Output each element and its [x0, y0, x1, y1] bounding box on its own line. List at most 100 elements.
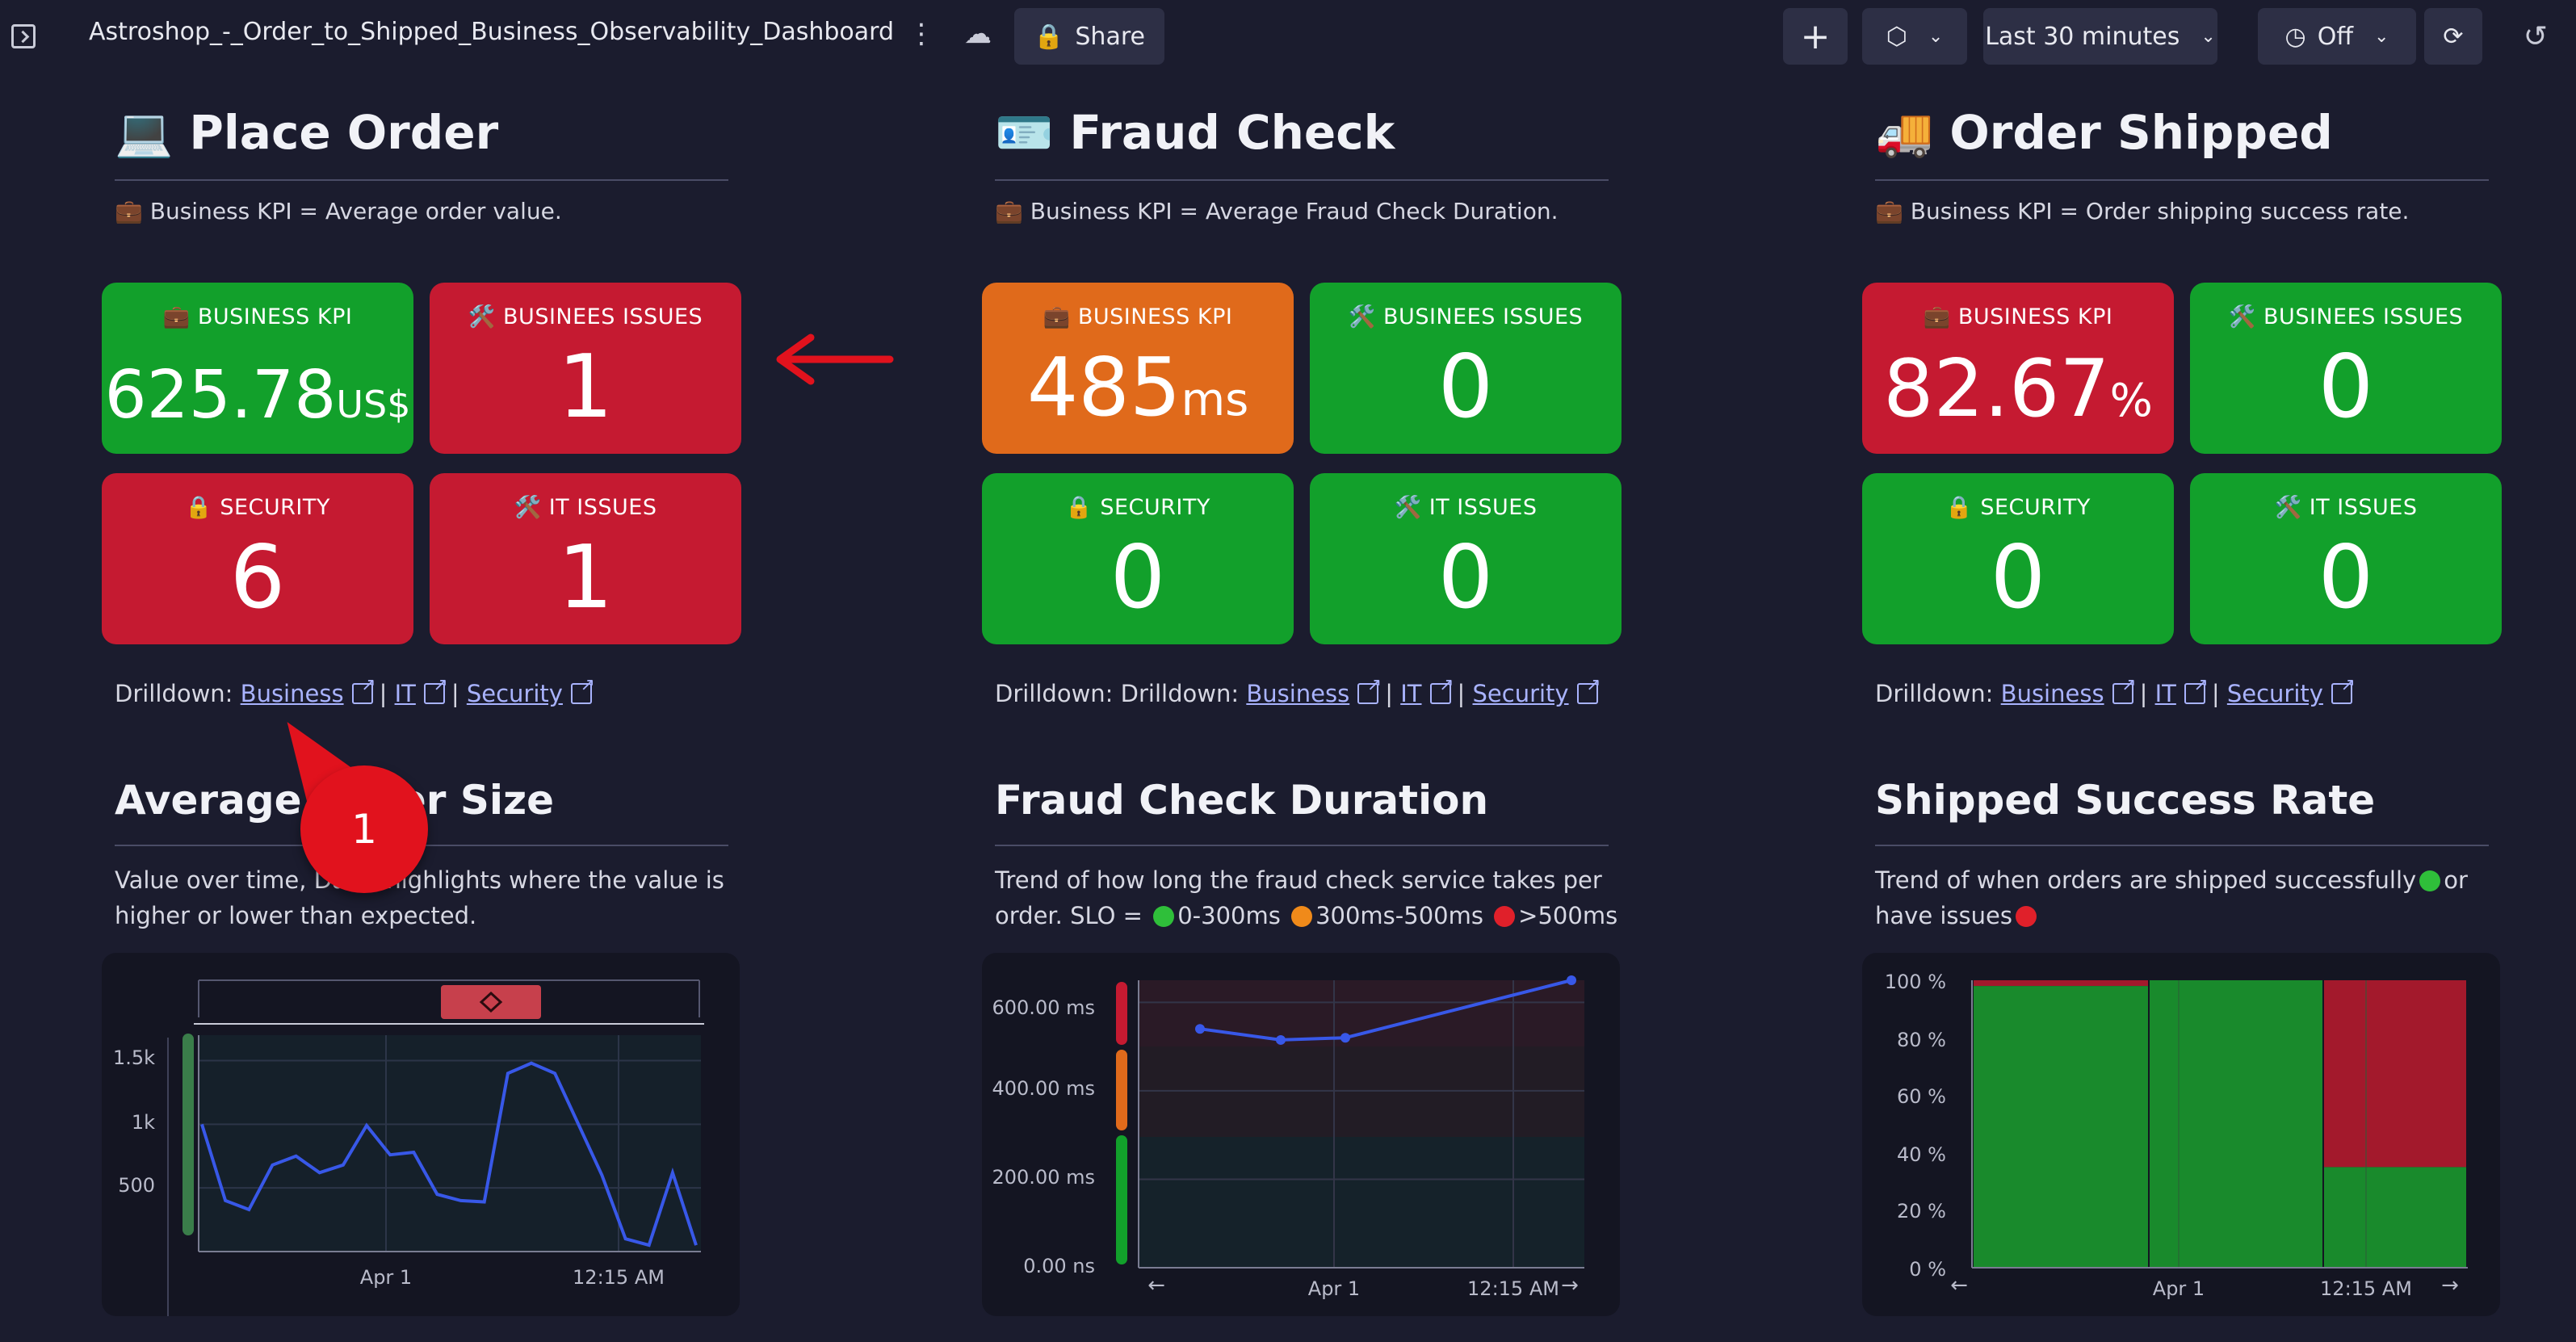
- y-tick-label: 0.00 ns: [1023, 1255, 1095, 1277]
- issue-segment[interactable]: [2324, 980, 2466, 1168]
- refresh-button[interactable]: ⟳: [2424, 8, 2482, 65]
- it-issues-tile[interactable]: 🛠️ IT ISSUES 1: [430, 473, 741, 644]
- external-link-icon[interactable]: [570, 675, 595, 704]
- y-tick-label: 100 %: [1885, 971, 1946, 993]
- kpi-unit: US$: [336, 383, 411, 426]
- shipped-success-rate-chart[interactable]: 100 % 80 % 60 % 40 % 20 % 0 % ← Apr 1 12…: [1862, 953, 2500, 1316]
- top-bar: Astroshop_-_Order_to_Shipped_Business_Ob…: [0, 0, 2576, 73]
- id-card-icon: 🪪: [995, 105, 1054, 160]
- x-tick-label: 12:15 AM: [573, 1266, 665, 1289]
- davis-anomaly-marker[interactable]: [441, 985, 541, 1019]
- dashboard-title: Astroshop_-_Order_to_Shipped_Business_Ob…: [89, 18, 894, 46]
- security-tile[interactable]: 🔒 SECURITY 0: [982, 473, 1294, 644]
- truck-icon: 🚚: [1875, 105, 1934, 160]
- red-dot-icon: [2015, 906, 2037, 927]
- external-link-icon[interactable]: [2331, 675, 2356, 704]
- share-button[interactable]: 🔒 Share: [1014, 8, 1164, 65]
- scroll-right-icon[interactable]: →: [1561, 1273, 1579, 1298]
- column-title: 🚚 Order Shipped: [1875, 105, 2333, 160]
- it-issues-tile[interactable]: 🛠️ IT ISSUES 0: [1310, 473, 1622, 644]
- lock-icon: 🔒: [1034, 22, 1064, 51]
- chart-svg: 100 % 80 % 60 % 40 % 20 % 0 % ← Apr 1 12…: [1885, 971, 2468, 1300]
- divider: [995, 845, 1609, 846]
- security-link[interactable]: Security: [467, 680, 563, 707]
- auto-refresh-selector[interactable]: ◷ Off ⌄: [2258, 8, 2416, 65]
- kpi-value: 625.78: [104, 357, 337, 434]
- section-description: Trend of how long the fraud check servic…: [995, 866, 1618, 929]
- red-dot-icon: [1494, 906, 1516, 927]
- scroll-right-icon[interactable]: →: [2441, 1273, 2459, 1298]
- it-issues-tile[interactable]: 🛠️ IT ISSUES 0: [2190, 473, 2502, 644]
- security-tile[interactable]: 🔒 SECURITY 6: [102, 473, 413, 644]
- annotation-arrow-icon: [776, 333, 894, 385]
- kpi-unit: %: [2109, 375, 2153, 427]
- data-point[interactable]: [1195, 1024, 1205, 1034]
- drilldown-links: Drilldown: Drilldown: Business| IT| Secu…: [995, 675, 1605, 707]
- security-value: 0: [1110, 527, 1166, 628]
- data-point[interactable]: [1567, 975, 1576, 985]
- it-link[interactable]: IT: [1400, 680, 1421, 707]
- section-title: Shipped Success Rate: [1875, 777, 2376, 824]
- scroll-left-icon[interactable]: ←: [1950, 1273, 1968, 1298]
- scroll-left-icon[interactable]: ←: [1147, 1273, 1165, 1298]
- kpi-description: 💼 Business KPI = Average Fraud Check Dur…: [995, 198, 1559, 224]
- success-segment[interactable]: [2150, 980, 2322, 1268]
- security-link[interactable]: Security: [1473, 680, 1569, 707]
- divider: [115, 179, 728, 181]
- average-order-size-chart[interactable]: 1.5k 1k 500 Apr 1 12:15 AM: [102, 953, 740, 1316]
- data-point[interactable]: [1340, 1033, 1350, 1043]
- x-tick-label: 12:15 AM: [1467, 1277, 1559, 1300]
- business-link[interactable]: Business: [1246, 680, 1349, 707]
- external-link-icon[interactable]: [1357, 675, 1382, 704]
- it-link[interactable]: IT: [2155, 680, 2176, 707]
- refresh-clock-icon: ◷: [2284, 22, 2306, 51]
- business-issues-tile[interactable]: 🛠️ BUSINEES ISSUES 1: [430, 283, 741, 454]
- expand-icon[interactable]: [11, 24, 36, 48]
- section-title: Fraud Check Duration: [995, 777, 1489, 824]
- green-dot-icon: [2419, 870, 2441, 891]
- security-link[interactable]: Security: [2227, 680, 2323, 707]
- column-title: 💻 Place Order: [115, 105, 499, 160]
- security-tile[interactable]: 🔒 SECURITY 0: [1862, 473, 2174, 644]
- add-button[interactable]: +: [1783, 8, 1848, 65]
- section-description: Value over time, Davis highlights where …: [115, 866, 724, 929]
- business-issues-tile[interactable]: 🛠️ BUSINEES ISSUES 0: [2190, 283, 2502, 454]
- business-kpi-tile[interactable]: 💼 BUSINESS KPI 625.78US$: [102, 283, 413, 454]
- segments-button[interactable]: ⬡ ⌄: [1862, 8, 1967, 65]
- green-dot-icon: [1153, 906, 1175, 927]
- history-icon[interactable]: ↺: [2507, 8, 2565, 65]
- success-segment[interactable]: [1974, 986, 2148, 1268]
- kpi-description: 💼 Business KPI = Order shipping success …: [1875, 198, 2410, 224]
- external-link-icon[interactable]: [1429, 675, 1454, 704]
- business-kpi-tile[interactable]: 💼 BUSINESS KPI 82.67%: [1862, 283, 2174, 454]
- cloud-icon[interactable]: ☁: [964, 18, 992, 50]
- it-issues-value: 0: [1437, 527, 1494, 628]
- x-tick-label: Apr 1: [360, 1266, 412, 1289]
- more-menu-icon[interactable]: ⋮: [908, 18, 935, 50]
- external-link-icon[interactable]: [2112, 675, 2137, 704]
- external-link-icon[interactable]: [351, 675, 376, 704]
- drilldown-links: Drilldown: Business| IT| Security: [115, 675, 598, 707]
- column-place-order: 💻 Place Order 💼 Business KPI = Average o…: [48, 73, 791, 1342]
- external-link-icon[interactable]: [1576, 675, 1601, 704]
- y-tick-label: 60 %: [1897, 1085, 1946, 1108]
- y-tick-label: 20 %: [1897, 1200, 1946, 1222]
- external-link-icon[interactable]: [423, 675, 448, 704]
- orange-dot-icon: [1291, 906, 1313, 927]
- it-link[interactable]: IT: [395, 680, 416, 707]
- chevron-down-icon: ⌄: [1928, 26, 1944, 47]
- security-value: 6: [229, 527, 286, 628]
- timeframe-selector[interactable]: Last 30 minutes ⌄: [1983, 8, 2217, 65]
- business-issues-tile[interactable]: 🛠️ BUSINEES ISSUES 0: [1310, 283, 1622, 454]
- chart-svg: 1.5k 1k 500 Apr 1 12:15 AM: [113, 979, 704, 1316]
- success-segment[interactable]: [2324, 1167, 2466, 1268]
- external-link-icon[interactable]: [2184, 675, 2209, 704]
- issue-segment[interactable]: [1974, 980, 2148, 987]
- business-link[interactable]: Business: [2001, 680, 2104, 707]
- x-tick-label: Apr 1: [2153, 1277, 2205, 1300]
- threshold-bar-green: [1116, 1135, 1127, 1264]
- data-point[interactable]: [1276, 1034, 1286, 1045]
- kpi-value: 82.67: [1883, 343, 2110, 435]
- business-kpi-tile[interactable]: 💼 BUSINESS KPI 485ms: [982, 283, 1294, 454]
- fraud-check-duration-chart[interactable]: 600.00 ms 400.00 ms 200.00 ms 0.00 ns ← …: [982, 953, 1620, 1316]
